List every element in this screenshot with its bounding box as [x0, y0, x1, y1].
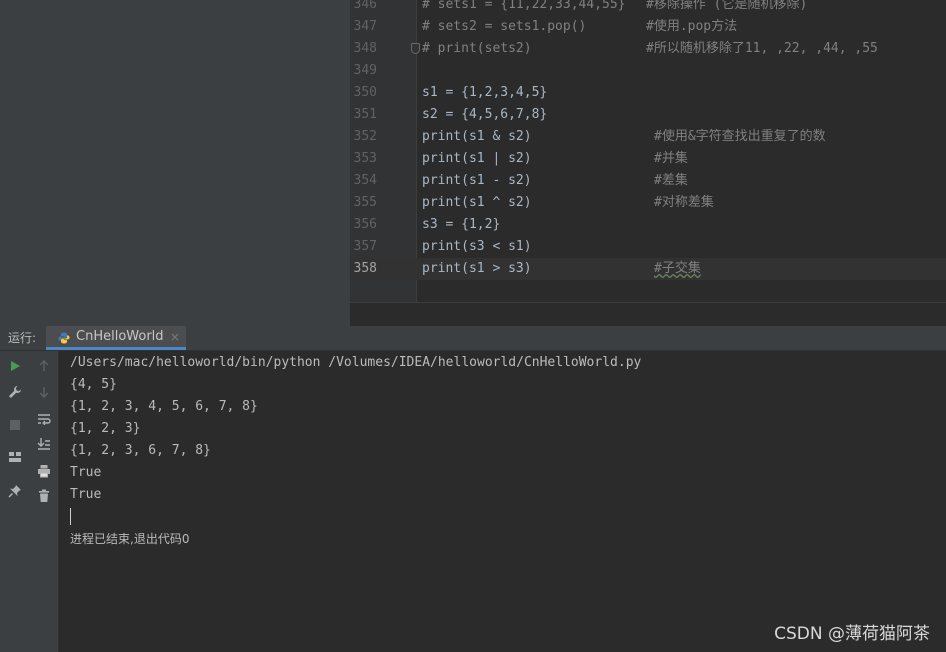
console-line: /Users/mac/helloworld/bin/python /Volume… [70, 355, 642, 370]
code-text: # print(sets2) [422, 41, 532, 56]
close-icon[interactable]: × [170, 326, 180, 348]
code-line-current[interactable]: 358 print(s1 > s3) #子交集 [350, 258, 946, 280]
code-line[interactable]: 347 # sets2 = sets1.pop() #使用.pop方法 [350, 16, 946, 38]
code-text: # sets1 = {11,22,33,44,55} [422, 0, 626, 12]
code-line[interactable]: 352 print(s1 & s2) #使用&字符查找出重复了的数 [350, 126, 946, 148]
code-comment: #使用.pop方法 [646, 19, 738, 34]
tab-title: CnHelloWorld [76, 329, 164, 344]
code-line[interactable]: 346 # sets1 = {11,22,33,44,55} #移除操作 (它是… [350, 0, 946, 16]
console-output[interactable]: /Users/mac/helloworld/bin/python /Volume… [59, 351, 946, 652]
code-text: print(s3 < s1) [422, 239, 532, 254]
code-text: print(s1 > s3) [422, 261, 532, 276]
line-number: 350 [353, 85, 377, 100]
editor-bottom-area [350, 302, 946, 326]
code-line[interactable]: 348 # print(sets2) #所以随机移除了11, ,22, ,44,… [350, 38, 946, 60]
console-line: True [70, 487, 102, 502]
trash-icon[interactable] [33, 485, 55, 507]
text-caret [70, 508, 71, 525]
code-text: s2 = {4,5,6,7,8} [422, 107, 548, 122]
code-comment: #对称差集 [654, 195, 714, 210]
run-toolbar-primary [0, 351, 31, 652]
line-number: 355 [353, 195, 377, 210]
console-line: {1, 2, 3, 4, 5, 6, 7, 8} [70, 399, 258, 414]
code-line[interactable]: 351 s2 = {4,5,6,7,8} [350, 104, 946, 126]
project-panel [0, 0, 350, 326]
console-line: {4, 5} [70, 377, 117, 392]
code-line[interactable]: 354 print(s1 - s2) #差集 [350, 170, 946, 192]
code-comment: #并集 [654, 151, 688, 166]
code-editor[interactable]: 346 # sets1 = {11,22,33,44,55} #移除操作 (它是… [350, 0, 946, 326]
code-text: print(s1 & s2) [422, 129, 532, 144]
code-line[interactable]: 356 s3 = {1,2} [350, 214, 946, 236]
code-text: print(s1 - s2) [422, 173, 532, 188]
soft-wrap-icon[interactable] [33, 408, 55, 430]
run-label: 运行: [8, 331, 37, 345]
code-text: # sets2 = sets1.pop() [422, 19, 587, 34]
code-line[interactable]: 349 [350, 60, 946, 82]
code-text: print(s1 | s2) [422, 151, 532, 166]
line-number: 357 [353, 239, 377, 254]
code-line[interactable]: 357 print(s3 < s1) [350, 236, 946, 258]
pin-icon[interactable] [4, 480, 26, 502]
line-number: 354 [353, 173, 377, 188]
code-line[interactable]: 355 print(s1 ^ s2) #对称差集 [350, 192, 946, 214]
tab-cnhelloworld[interactable]: CnHelloWorld × [46, 326, 186, 350]
run-icon[interactable] [4, 355, 26, 377]
down-arrow-icon[interactable] [33, 381, 55, 403]
code-line[interactable]: 350 s1 = {1,2,3,4,5} [350, 82, 946, 104]
wrench-icon[interactable] [4, 381, 26, 403]
console-line: True [70, 465, 102, 480]
line-number: 346 [353, 0, 377, 12]
line-number: 356 [353, 217, 377, 232]
console-line: {1, 2, 3, 6, 7, 8} [70, 443, 211, 458]
code-comment: #子交集 [654, 261, 701, 276]
code-text: print(s1 ^ s2) [422, 195, 532, 210]
line-number: 348 [353, 41, 377, 56]
print-icon[interactable] [33, 460, 55, 482]
layout-icon[interactable] [4, 446, 26, 468]
run-toolbar-secondary [30, 351, 59, 652]
python-icon [58, 332, 70, 344]
code-line[interactable]: 353 print(s1 | s2) #并集 [350, 148, 946, 170]
watermark: CSDN @薄荷猫阿茶 [774, 624, 930, 644]
line-number: 352 [353, 129, 377, 144]
code-comment: #所以随机移除了11, ,22, ,44, ,55 [646, 41, 878, 56]
console-line: {1, 2, 3} [70, 421, 141, 436]
line-number: 349 [353, 63, 377, 78]
fold-marker-icon[interactable] [411, 43, 420, 54]
line-number: 351 [353, 107, 377, 122]
up-arrow-icon[interactable] [33, 355, 55, 377]
code-comment: #移除操作 (它是随机移除) [646, 0, 808, 12]
stop-icon[interactable] [4, 414, 26, 436]
line-number: 347 [353, 19, 377, 34]
code-text: s1 = {1,2,3,4,5} [422, 85, 548, 100]
code-comment: #差集 [654, 173, 688, 188]
line-number: 353 [353, 151, 377, 166]
scroll-to-end-icon[interactable] [33, 433, 55, 455]
run-toolwindow-header: 运行: CnHelloWorld × [0, 326, 946, 351]
code-comment: #使用&字符查找出重复了的数 [654, 129, 826, 144]
code-text: s3 = {1,2} [422, 217, 501, 232]
line-number: 358 [353, 261, 377, 276]
process-exit-message: 进程已结束,退出代码0 [70, 532, 190, 546]
